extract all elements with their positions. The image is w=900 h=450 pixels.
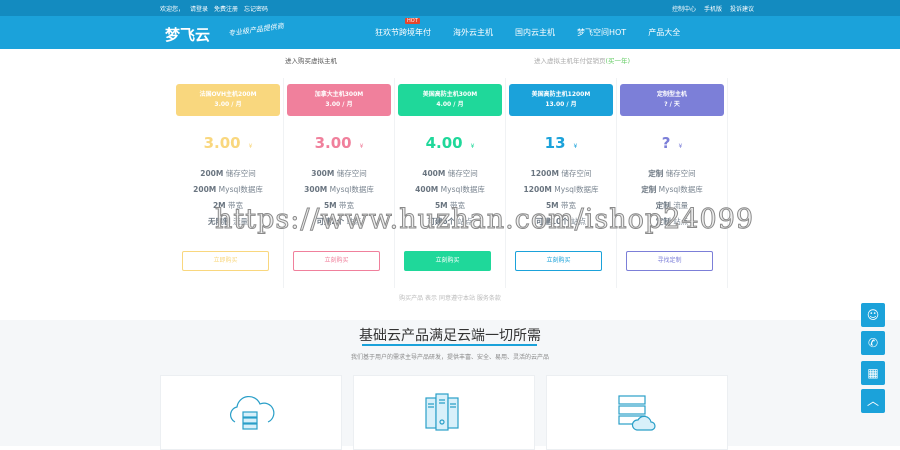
plan-name: 法国OVH主机200M (199, 91, 257, 98)
currency-symbol: ¥ (359, 143, 364, 150)
feature-line: 200M 储存空间 (200, 169, 256, 178)
cloud-storage-icon (618, 395, 656, 431)
plan-price: ? ¥ (661, 134, 683, 152)
plan-price: 4.00 ¥ (425, 134, 475, 152)
pricing-column: 加拿大主机300M 3.00 / 月 3.00 ¥ 300M 储存空间 300M My… (284, 78, 395, 288)
nav-item-domestic[interactable]: 国内云主机 (515, 27, 555, 38)
feature-list: 定制 储存空间 定制 Mysql数据库 定制 流量定制 站点 (617, 166, 727, 230)
plan-header-card: 美国高防主机300M 4.00 / 月 (398, 84, 502, 116)
phone-button[interactable]: ✆ (861, 331, 885, 355)
logo[interactable]: 梦飞云 (165, 24, 210, 45)
product-card-storage[interactable] (546, 375, 728, 450)
buy-button[interactable]: 立刻购买 (515, 251, 602, 271)
feature-line: 1200M 储存空间 (530, 169, 592, 178)
login-link[interactable]: 请登录 (190, 4, 208, 13)
plan-price: 3.00 ¥ (314, 134, 364, 152)
nav-item-overseas[interactable]: 海外云主机 (453, 27, 493, 38)
plan-price: 3.00 ¥ (203, 134, 253, 152)
products-section: 基础云产品满足云端一切所需 我们基于用户的需求主导产品研发，提供丰富、安全、易用… (0, 320, 900, 450)
annual-promo-link[interactable]: 进入虚拟主机年付促销页(买一年) (534, 55, 630, 65)
feature-list: 1200M 储存空间 1200M Mysql数据库 5M 带宽可建10个 站点 (506, 166, 616, 230)
feature-line: 5M 带宽 (434, 201, 466, 210)
back-to-top-button[interactable]: ︿ (861, 389, 885, 413)
buy-button[interactable]: 寻找定制 (626, 251, 713, 271)
chevron-up-icon: ︿ (866, 394, 879, 408)
plan-period-price: ? / 天 (664, 101, 680, 108)
cloud-server-icon (229, 395, 275, 430)
main-nav: 梦飞云 专业级产品提供商 HOT 狂欢节跨境年付 海外云主机 国内云主机 梦飞空间… (0, 16, 900, 49)
feature-line: 1200M Mysql数据库 (523, 185, 599, 194)
feature-line: 300M 储存空间 (311, 169, 367, 178)
feature-line: 300M Mysql数据库 (304, 185, 374, 194)
qq-support-button[interactable]: ☺ (861, 303, 885, 327)
plan-period-price: 3.00 / 月 (214, 101, 242, 108)
plan-period-price: 3.00 / 月 (325, 101, 353, 108)
section-title: 基础云产品满足云端一切所需 (359, 328, 541, 344)
plan-header-card: 美国高防主机1200M 13.00 / 月 (509, 84, 613, 116)
plan-period-price: 13.00 / 月 (545, 101, 577, 108)
nav-item-promo[interactable]: HOT 狂欢节跨境年付 (375, 18, 431, 38)
plan-period-price: 4.00 / 月 (436, 101, 464, 108)
currency-symbol: ¥ (470, 143, 475, 150)
slogan: 专业级产品提供商 (227, 22, 285, 38)
plan-header-card: 定制型主机 ? / 天 (620, 84, 724, 116)
product-card-server[interactable] (353, 375, 535, 450)
section-subtitle: 我们基于用户的需求主导产品研发，提供丰富、安全、易用、灵活的云产品 (350, 354, 549, 361)
complaint-link[interactable]: 投诉建议 (730, 4, 754, 13)
pricing-column: 法国OVH主机200M 3.00 / 月 3.00 ¥ 200M 储存空间 200M … (173, 78, 284, 288)
pricing-column: 美国高防主机300M 4.00 / 月 4.00 ¥ 400M 储存空间 400M M… (395, 78, 506, 288)
feature-list: 200M 储存空间 200M Mysql数据库 2M 带宽无限制 流量 (173, 166, 283, 230)
plan-name: 美国高防主机1200M (531, 91, 591, 98)
plan-name: 加拿大主机300M (314, 91, 364, 98)
feature-line: 无限制 流量 (208, 217, 248, 226)
plan-name: 定制型主机 (656, 91, 687, 98)
feature-line: 5M 带宽 (545, 201, 577, 210)
plan-price: 13 ¥ (544, 134, 578, 152)
qq-icon: ☺ (866, 308, 880, 322)
feature-line: 400M Mysql数据库 (415, 185, 485, 194)
feature-list: 300M 储存空间 300M Mysql数据库 5M 带宽可建2个 站点 (284, 166, 394, 230)
nav-item-products[interactable]: 产品大全 (648, 27, 680, 38)
product-card-cloud[interactable] (160, 375, 342, 450)
feature-line: 定制 流量 (655, 201, 689, 210)
forgot-password-link[interactable]: 忘记密码 (244, 4, 268, 13)
feature-line: 200M Mysql数据库 (193, 185, 263, 194)
feature-line: 400M 储存空间 (422, 169, 478, 178)
feature-line: 5M 带宽 (323, 201, 355, 210)
buy-button[interactable]: 立即购买 (182, 251, 269, 271)
pricing-column: 美国高防主机1200M 13.00 / 月 13 ¥ 1200M 储存空间 1200M… (506, 78, 617, 288)
feature-line: 定制 储存空间 (648, 169, 696, 178)
plan-header-card: 法国OVH主机200M 3.00 / 月 (176, 84, 280, 116)
feature-line: 可建10个 站点 (535, 217, 587, 226)
feature-line: 可建2个 站点 (316, 217, 362, 226)
feature-line: 定制 Mysql数据库 (641, 185, 703, 194)
qr-code-icon: ▦ (867, 366, 879, 380)
buy-hosting-link[interactable]: 进入购买虚拟主机 (285, 55, 337, 65)
server-rack-icon (425, 393, 459, 431)
buy-button[interactable]: 立刻购买 (293, 251, 380, 271)
plan-header-card: 加拿大主机300M 3.00 / 月 (287, 84, 391, 116)
welcome-text: 欢迎您， (160, 6, 185, 13)
register-link[interactable]: 免费注册 (214, 4, 238, 13)
disclaimer: 购买产品 表示 同意遵守本站 服务条款 (399, 295, 501, 302)
pricing-column: 定制型主机? / 天 ? ¥ 定制 储存空间 定制 Mysql数据库 定制 流量 定制 … (617, 78, 728, 288)
mobile-link[interactable]: 手机版 (704, 4, 722, 13)
buy-button[interactable]: 立刻购买 (404, 251, 491, 271)
currency-symbol: ¥ (678, 143, 683, 150)
qr-code-button[interactable]: ▦ (861, 361, 885, 385)
feature-line: 可建6个 站点 (427, 217, 473, 226)
currency-symbol: ¥ (573, 143, 578, 150)
feature-line: 2M 带宽 (212, 201, 244, 210)
top-bar: 欢迎您， 请登录 免费注册 忘记密码 控制中心 手机版 投诉建议 (0, 0, 900, 16)
phone-icon: ✆ (867, 336, 879, 350)
feature-list: 400M 储存空间 400M Mysql数据库 5M 带宽可建6个 站点 (395, 166, 505, 230)
hot-badge: HOT (405, 18, 420, 24)
nav-item-space[interactable]: 梦飞空间HOT (577, 27, 626, 38)
feature-line: 定制 站点 (655, 217, 689, 226)
currency-symbol: ¥ (248, 143, 253, 150)
title-underline (362, 344, 537, 346)
plan-name: 美国高防主机300M (422, 91, 478, 98)
control-center-link[interactable]: 控制中心 (672, 4, 696, 13)
